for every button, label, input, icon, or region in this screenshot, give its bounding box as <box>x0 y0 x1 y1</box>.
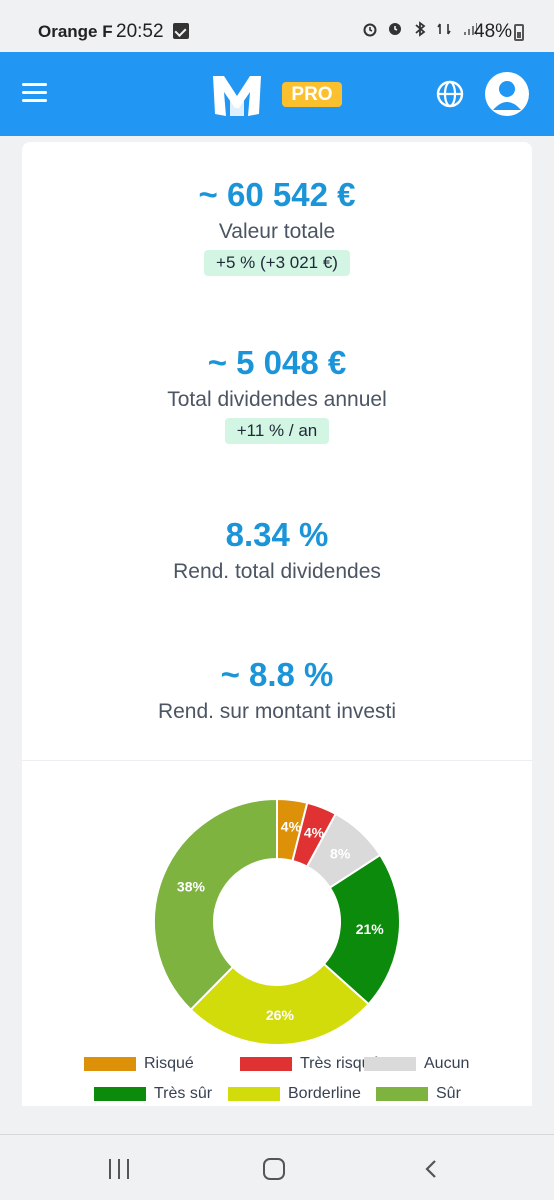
status-bar: Orange F 20:52 48% <box>0 0 554 52</box>
page-background <box>0 1106 554 1134</box>
section-divider <box>22 760 532 761</box>
checkbox-notification-icon <box>173 23 189 39</box>
donut-slice-label: 21% <box>356 921 385 937</box>
clock-icon <box>389 23 402 35</box>
legend-swatch <box>94 1087 146 1101</box>
stat-value: ~ 5 048 € <box>207 344 347 381</box>
legend-swatch <box>376 1087 428 1101</box>
donut-slice-label: 4% <box>304 825 325 841</box>
donut-slice-label: 4% <box>281 819 302 835</box>
clock-time: 20:52 <box>116 21 164 42</box>
recent-apps-icon[interactable] <box>107 1159 131 1179</box>
legend-swatch <box>364 1057 416 1071</box>
legend-label: Très sûr <box>154 1085 213 1102</box>
legend-swatch <box>84 1057 136 1071</box>
user-avatar-icon[interactable] <box>485 72 529 116</box>
donut-slice-label: 38% <box>177 879 206 895</box>
legend-swatch <box>228 1087 280 1101</box>
stat-yield-on-investment: ~ 8.8 % Rend. sur montant investi <box>22 656 532 724</box>
donut-slice-sur[interactable] <box>153 797 278 1012</box>
portfolio-summary-card: ~ 60 542 € Valeur totale +5 % (+3 021 €)… <box>22 142 532 1142</box>
carrier-name: Orange F <box>38 22 113 41</box>
battery-icon <box>514 24 524 41</box>
pro-badge: PRO <box>282 82 342 107</box>
battery-level: 48% <box>474 21 513 42</box>
risk-donut-chart: 4% 4% 8% 21% 26% 38% <box>153 797 401 1046</box>
legend-label: Sûr <box>436 1085 461 1102</box>
menu-icon[interactable] <box>22 83 47 103</box>
legend-swatch <box>240 1057 292 1071</box>
back-icon[interactable] <box>423 1159 439 1179</box>
donut-slice-label: 8% <box>330 846 351 862</box>
alarm-icon <box>363 23 377 37</box>
legend-label: Aucun <box>424 1055 470 1072</box>
stat-total-value: ~ 60 542 € Valeur totale +5 % (+3 021 €) <box>22 176 532 276</box>
home-icon[interactable] <box>263 1158 285 1180</box>
network-4g-icon <box>437 23 452 35</box>
stat-dividend-yield: 8.34 % Rend. total dividendes <box>22 516 532 584</box>
stat-change-badge: +11 % / an <box>224 418 330 444</box>
m-logo-icon[interactable] <box>210 72 264 118</box>
stat-value: 8.34 % <box>225 516 329 553</box>
stat-value: ~ 60 542 € <box>198 176 356 213</box>
bluetooth-icon <box>415 21 426 37</box>
stat-label: Rend. sur montant investi <box>157 700 397 723</box>
donut-slice-label: 26% <box>266 1007 295 1023</box>
app-header: PRO <box>0 52 554 136</box>
system-status-icons <box>362 21 478 40</box>
stat-label: Rend. total dividendes <box>173 560 381 583</box>
stat-label: Valeur totale <box>218 220 336 243</box>
stat-value: ~ 8.8 % <box>220 656 334 693</box>
system-navigation-bar <box>0 1134 554 1200</box>
legend-label: Borderline <box>288 1085 361 1102</box>
stat-annual-dividends: ~ 5 048 € Total dividendes annuel +11 % … <box>22 344 532 444</box>
globe-icon[interactable] <box>436 80 464 108</box>
stat-change-badge: +5 % (+3 021 €) <box>204 250 350 276</box>
stat-label: Total dividendes annuel <box>167 388 387 411</box>
legend-label: Risqué <box>144 1055 194 1072</box>
